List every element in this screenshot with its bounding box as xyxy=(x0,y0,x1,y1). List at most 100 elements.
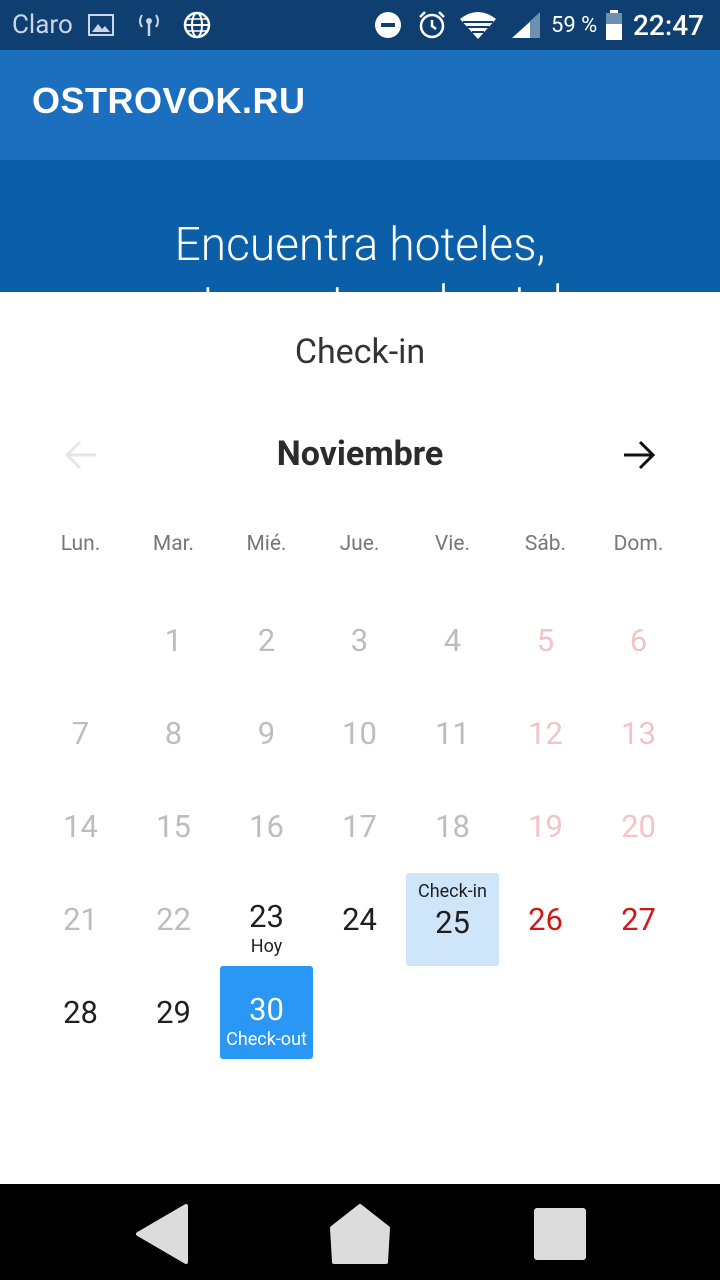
day-cell[interactable]: 28 xyxy=(34,966,127,1059)
day-cell: 21 xyxy=(34,873,127,966)
day-cell: 1 xyxy=(127,594,220,687)
day-number: 7 xyxy=(71,715,90,752)
weekday-label: Sáb. xyxy=(524,532,567,556)
today-label: Hoy xyxy=(250,936,283,957)
date-picker-sheet: Check-in Noviembre Lun. Mar. Mié. Jue. V… xyxy=(0,292,720,1184)
day-cell: 22 xyxy=(127,873,220,966)
checkout-day-cell[interactable]: 30 Check-out xyxy=(220,966,313,1059)
day-cell: 5 xyxy=(499,594,592,687)
weekday-header: Lun. Mar. Mié. Jue. Vie. Sáb. Dom. xyxy=(34,532,686,566)
day-cell: 9 xyxy=(220,687,313,780)
recent-apps-icon[interactable] xyxy=(528,1202,592,1266)
weekday-label: Mar. xyxy=(152,532,195,556)
weekday-label: Dom. xyxy=(613,532,664,556)
empty-day-cell xyxy=(592,966,685,1059)
day-cell: 14 xyxy=(34,780,127,873)
calendar-grid: 1 2 3 4 5 6 7 8 9 10 11 12 13 14 15 16 1… xyxy=(34,594,686,1059)
day-cell: 8 xyxy=(127,687,220,780)
month-navigation: Noviembre xyxy=(0,422,720,492)
day-cell: 17 xyxy=(313,780,406,873)
day-number: 13 xyxy=(621,715,656,752)
carrier-name: Claro xyxy=(12,10,73,40)
day-cell: 18 xyxy=(406,780,499,873)
back-icon[interactable] xyxy=(130,1202,194,1266)
day-number: 17 xyxy=(342,808,377,845)
calendar-week: 7 8 9 10 11 12 13 xyxy=(34,687,686,780)
checkout-label: Check-out xyxy=(226,1029,307,1050)
day-number: 21 xyxy=(63,901,98,938)
day-number: 2 xyxy=(257,622,276,659)
battery-percent: 59 % xyxy=(551,12,598,38)
day-cell[interactable]: 29 xyxy=(127,966,220,1059)
day-number: 29 xyxy=(156,994,191,1031)
weekday-label: Jue. xyxy=(339,532,380,556)
weekday-label: Vie. xyxy=(434,532,471,556)
month-name: Noviembre xyxy=(276,434,444,474)
day-number: 4 xyxy=(443,622,462,659)
hero-subtitle: apartamentos y hostales xyxy=(0,276,720,292)
today-day-cell[interactable]: 23 Hoy xyxy=(220,873,313,966)
day-cell: 16 xyxy=(220,780,313,873)
home-icon[interactable] xyxy=(328,1202,392,1266)
status-bar: Claro 59 % 22:47 xyxy=(0,0,720,50)
next-month-arrow-icon[interactable] xyxy=(614,430,664,480)
app-header: OSTROVOK.RU xyxy=(0,50,720,160)
wifi-icon xyxy=(458,0,498,50)
hotspot-icon xyxy=(136,0,162,50)
calendar-week: 1 2 3 4 5 6 xyxy=(34,594,686,687)
day-number: 16 xyxy=(249,808,284,845)
weekday-label: Lun. xyxy=(60,532,101,556)
day-cell: 12 xyxy=(499,687,592,780)
day-number: 27 xyxy=(621,901,656,938)
alarm-icon xyxy=(416,0,448,50)
day-cell[interactable]: 24 xyxy=(313,873,406,966)
weekday-label: Mié. xyxy=(246,532,287,556)
calendar-week: 28 29 30 Check-out xyxy=(34,966,686,1059)
system-nav-bar xyxy=(0,1184,720,1280)
day-cell[interactable]: 27 xyxy=(592,873,685,966)
day-number: 10 xyxy=(342,715,377,752)
day-number: 9 xyxy=(257,715,276,752)
ostrovok-logo[interactable]: OSTROVOK.RU xyxy=(32,80,306,122)
day-cell: 20 xyxy=(592,780,685,873)
day-number: 1 xyxy=(164,622,183,659)
empty-day-cell xyxy=(34,594,127,687)
day-cell: 13 xyxy=(592,687,685,780)
empty-day-cell xyxy=(406,966,499,1059)
checkin-label: Check-in xyxy=(417,881,487,902)
do-not-disturb-icon xyxy=(374,0,402,50)
day-cell[interactable]: 26 xyxy=(499,873,592,966)
day-number: 8 xyxy=(164,715,183,752)
day-number: 5 xyxy=(536,622,555,659)
day-cell: 15 xyxy=(127,780,220,873)
clock: 22:47 xyxy=(633,8,705,42)
day-number: 6 xyxy=(629,622,648,659)
day-number: 19 xyxy=(528,808,563,845)
day-cell: 4 xyxy=(406,594,499,687)
day-number: 30 xyxy=(249,991,284,1028)
day-cell: 11 xyxy=(406,687,499,780)
day-cell: 2 xyxy=(220,594,313,687)
day-cell: 10 xyxy=(313,687,406,780)
image-icon xyxy=(88,0,114,50)
hero-banner: Encuentra hoteles, apartamentos y hostal… xyxy=(0,160,720,292)
day-number: 15 xyxy=(156,808,191,845)
day-number: 3 xyxy=(350,622,369,659)
day-cell: 3 xyxy=(313,594,406,687)
day-number: 20 xyxy=(621,808,656,845)
globe-icon xyxy=(182,0,212,50)
picker-title: Check-in xyxy=(294,332,426,372)
calendar-week: 21 22 23 Hoy 24 Check-in 25 26 27 xyxy=(34,873,686,966)
hero-title: Encuentra hoteles, xyxy=(174,218,546,272)
calendar-week: 14 15 16 17 18 19 20 xyxy=(34,780,686,873)
day-number: 25 xyxy=(435,904,470,941)
empty-day-cell xyxy=(499,966,592,1059)
checkin-day-cell[interactable]: Check-in 25 xyxy=(406,873,499,966)
signal-icon xyxy=(510,0,542,50)
day-number: 26 xyxy=(528,901,563,938)
day-cell: 6 xyxy=(592,594,685,687)
day-number: 11 xyxy=(435,715,470,752)
day-number: 12 xyxy=(528,715,563,752)
day-number: 18 xyxy=(435,808,470,845)
battery-icon xyxy=(604,0,624,50)
